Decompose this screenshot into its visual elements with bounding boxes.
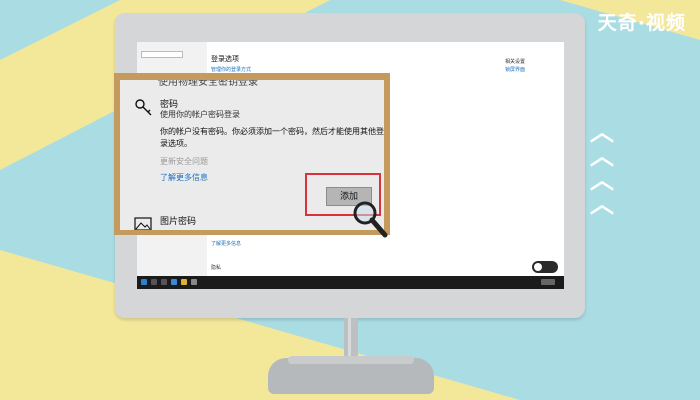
- search-icon[interactable]: [151, 279, 157, 285]
- chevron-up-icon: ︿: [590, 166, 614, 194]
- task-view-icon[interactable]: [161, 279, 167, 285]
- magnifier-icon: [353, 201, 388, 238]
- toggle-knob: [534, 263, 542, 271]
- chevron-up-icon: ︿: [590, 142, 614, 170]
- browser-icon[interactable]: [171, 279, 177, 285]
- privacy-heading: 隐私: [211, 265, 222, 271]
- lock-screen-link[interactable]: 锁屏界面: [505, 66, 525, 73]
- clock-icon[interactable]: [541, 279, 555, 285]
- chevron-up-icon: ︿: [590, 190, 614, 218]
- picture-password-title: 图片密码: [160, 217, 197, 227]
- security-key-text: 使用物理安全密钥登录: [158, 80, 258, 88]
- learn-more-link[interactable]: 了解更多信息: [211, 240, 241, 247]
- search-input[interactable]: [141, 51, 183, 58]
- picture-icon: [134, 217, 152, 230]
- subtitle-link[interactable]: 管理你的登录方式: [211, 66, 251, 73]
- related-settings-heading: 相关设置: [505, 59, 526, 65]
- chevron-up-icon: ︿: [590, 118, 614, 146]
- taskbar: [137, 276, 564, 289]
- brand-logo: 天奇·视频: [597, 12, 686, 34]
- password-subtitle: 使用你的帐户密码登录: [160, 110, 240, 119]
- page-title: 登录选项: [211, 55, 239, 63]
- toggle-switch[interactable]: [532, 261, 558, 273]
- learn-more-panel-link[interactable]: 了解更多信息: [160, 172, 208, 183]
- update-security-questions-link: 更新安全问题: [160, 157, 208, 166]
- folder-icon[interactable]: [181, 279, 187, 285]
- password-description-2: 录选项。: [160, 139, 192, 148]
- monitor-base-top: [288, 356, 414, 364]
- settings-icon[interactable]: [191, 279, 197, 285]
- password-description: 你的帐户没有密码。你必须添加一个密码，然后才能使用其他登: [160, 127, 384, 136]
- key-icon: [135, 99, 152, 116]
- start-icon[interactable]: [141, 279, 147, 285]
